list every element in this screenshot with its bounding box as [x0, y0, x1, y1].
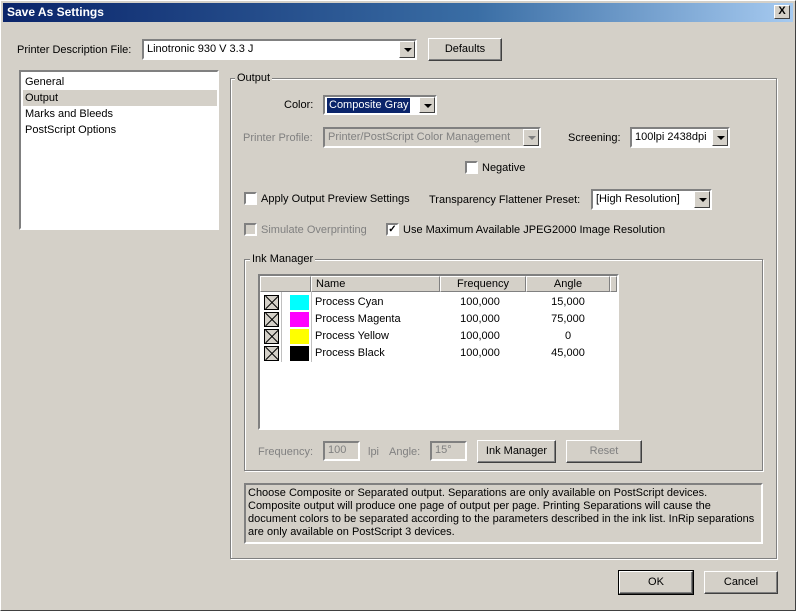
- column-header-label: Name: [316, 278, 346, 290]
- ink-angle: 75,000: [551, 313, 585, 325]
- category-item-label: General: [25, 76, 65, 88]
- simulate-overprinting-checkbox[interactable]: [244, 223, 257, 236]
- chevron-down-icon[interactable]: [419, 97, 435, 113]
- chevron-down-icon[interactable]: [694, 191, 710, 208]
- ink-name: Process Magenta: [315, 313, 401, 325]
- dialog-title: Save As Settings: [7, 5, 104, 19]
- lpi-label: lpi: [368, 446, 380, 458]
- chevron-down-icon[interactable]: [399, 41, 415, 58]
- cancel-button-label: Cancel: [723, 576, 759, 588]
- ink-name: Process Yellow: [315, 330, 389, 342]
- ink-frequency-input[interactable]: 100: [323, 441, 360, 461]
- category-item-marks-and-bleeds[interactable]: Marks and Bleeds: [23, 106, 217, 122]
- ink-list: Name Frequency Angle Process Cyan 100,00…: [258, 274, 619, 430]
- close-button[interactable]: X: [774, 5, 790, 19]
- category-item-label: Output: [25, 92, 59, 104]
- simulate-overprinting-label: Simulate Overprinting: [261, 224, 367, 236]
- chevron-down-icon[interactable]: [712, 129, 728, 146]
- defaults-button[interactable]: Defaults: [428, 38, 502, 61]
- printer-profile-label: Printer Profile:: [243, 132, 313, 144]
- ink-col-header-angle[interactable]: Angle: [526, 276, 610, 292]
- ok-button-label: OK: [648, 576, 664, 588]
- ink-swatch: [290, 329, 309, 344]
- color-select[interactable]: Composite Gray: [323, 95, 437, 115]
- ink-name: Process Black: [315, 347, 385, 359]
- ink-frequency: 100,000: [460, 347, 500, 359]
- table-row[interactable]: Process Magenta 100,000 75,000: [260, 311, 614, 328]
- checkmark-icon: ✓: [388, 224, 397, 235]
- ink-col-header-frequency[interactable]: Frequency: [440, 276, 526, 292]
- printer-profile-value: Printer/PostScript Color Management: [328, 131, 511, 143]
- ink-angle-value: 15°: [435, 444, 452, 456]
- color-value: Composite Gray: [327, 98, 411, 113]
- ink-swatch: [290, 295, 309, 310]
- ink-col-header-name[interactable]: Name: [311, 276, 440, 292]
- ink-manager-button-label: Ink Manager: [485, 445, 548, 457]
- ink-frequency: 100,000: [460, 330, 500, 342]
- printer-description-label: Printer Description File:: [17, 44, 132, 56]
- ink-manager-button[interactable]: Ink Manager: [477, 440, 556, 463]
- printer-profile-select[interactable]: Printer/PostScript Color Management: [323, 127, 541, 148]
- ink-angle-input[interactable]: 15°: [430, 441, 467, 461]
- ink-frequency: 100,000: [460, 296, 500, 308]
- save-as-settings-dialog: Save As Settings X Printer Description F…: [0, 0, 796, 611]
- output-group-title: Output: [235, 72, 273, 85]
- ink-angle: 45,000: [551, 347, 585, 359]
- ink-swatch: [290, 312, 309, 327]
- category-item-label: PostScript Options: [25, 124, 117, 136]
- screening-label: Screening:: [568, 132, 621, 144]
- column-header-label: Frequency: [457, 278, 509, 290]
- table-row[interactable]: Process Cyan 100,000 15,000: [260, 294, 614, 311]
- ink-name: Process Cyan: [315, 296, 384, 308]
- ink-print-toggle-icon[interactable]: [264, 346, 279, 361]
- screening-select[interactable]: 100lpi 2438dpi: [630, 127, 730, 148]
- apply-output-preview-checkbox[interactable]: [244, 192, 257, 205]
- reset-button[interactable]: Reset: [566, 440, 642, 463]
- category-list: General Output Marks and Bleeds PostScri…: [19, 70, 219, 230]
- negative-label: Negative: [482, 162, 526, 174]
- screening-value: 100lpi 2438dpi: [635, 131, 707, 143]
- ink-frequency-value: 100: [328, 444, 347, 456]
- category-item-postscript-options[interactable]: PostScript Options: [23, 122, 217, 138]
- ink-col-header-filler: [610, 276, 617, 292]
- help-description-text: Choose Composite or Separated output. Se…: [248, 487, 755, 538]
- ink-angle-label: Angle:: [389, 446, 421, 458]
- flattener-preset-label: Transparency Flattener Preset:: [429, 194, 581, 206]
- help-description: Choose Composite or Separated output. Se…: [244, 483, 763, 544]
- table-row[interactable]: Process Yellow 100,000 0: [260, 328, 614, 345]
- defaults-button-label: Defaults: [444, 43, 486, 55]
- ink-print-toggle-icon[interactable]: [264, 312, 279, 327]
- chevron-down-icon[interactable]: [523, 129, 539, 146]
- use-max-jpeg2000-label: Use Maximum Available JPEG2000 Image Res…: [403, 224, 666, 236]
- ink-frequency: 100,000: [460, 313, 500, 325]
- category-item-label: Marks and Bleeds: [25, 108, 114, 120]
- category-item-output[interactable]: Output: [23, 90, 217, 106]
- ink-frequency-label: Frequency:: [258, 446, 314, 458]
- reset-button-label: Reset: [589, 445, 619, 457]
- column-header-label: Angle: [553, 278, 583, 290]
- color-label: Color:: [284, 99, 314, 111]
- ink-angle: 15,000: [551, 296, 585, 308]
- close-icon: X: [778, 5, 786, 17]
- title-bar: Save As Settings X: [3, 3, 793, 22]
- ink-print-toggle-icon[interactable]: [264, 295, 279, 310]
- apply-output-preview-label: Apply Output Preview Settings: [261, 193, 410, 205]
- cancel-button[interactable]: Cancel: [704, 571, 778, 594]
- table-row[interactable]: Process Black 100,000 45,000: [260, 345, 614, 362]
- negative-checkbox[interactable]: [465, 161, 478, 174]
- category-item-general[interactable]: General: [23, 74, 217, 90]
- flattener-preset-select[interactable]: [High Resolution]: [591, 189, 712, 210]
- use-max-jpeg2000-checkbox[interactable]: ✓: [386, 223, 399, 236]
- ink-swatch: [290, 346, 309, 361]
- ink-manager-group-title: Ink Manager: [250, 253, 316, 266]
- ink-col-header-swatch: [260, 276, 311, 292]
- printer-description-value: Linotronic 930 V 3.3 J: [147, 43, 254, 55]
- ok-button[interactable]: OK: [618, 570, 694, 595]
- flattener-preset-value: [High Resolution]: [596, 193, 680, 205]
- ink-print-toggle-icon[interactable]: [264, 329, 279, 344]
- printer-description-select[interactable]: Linotronic 930 V 3.3 J: [142, 39, 417, 60]
- ink-angle: 0: [564, 330, 572, 342]
